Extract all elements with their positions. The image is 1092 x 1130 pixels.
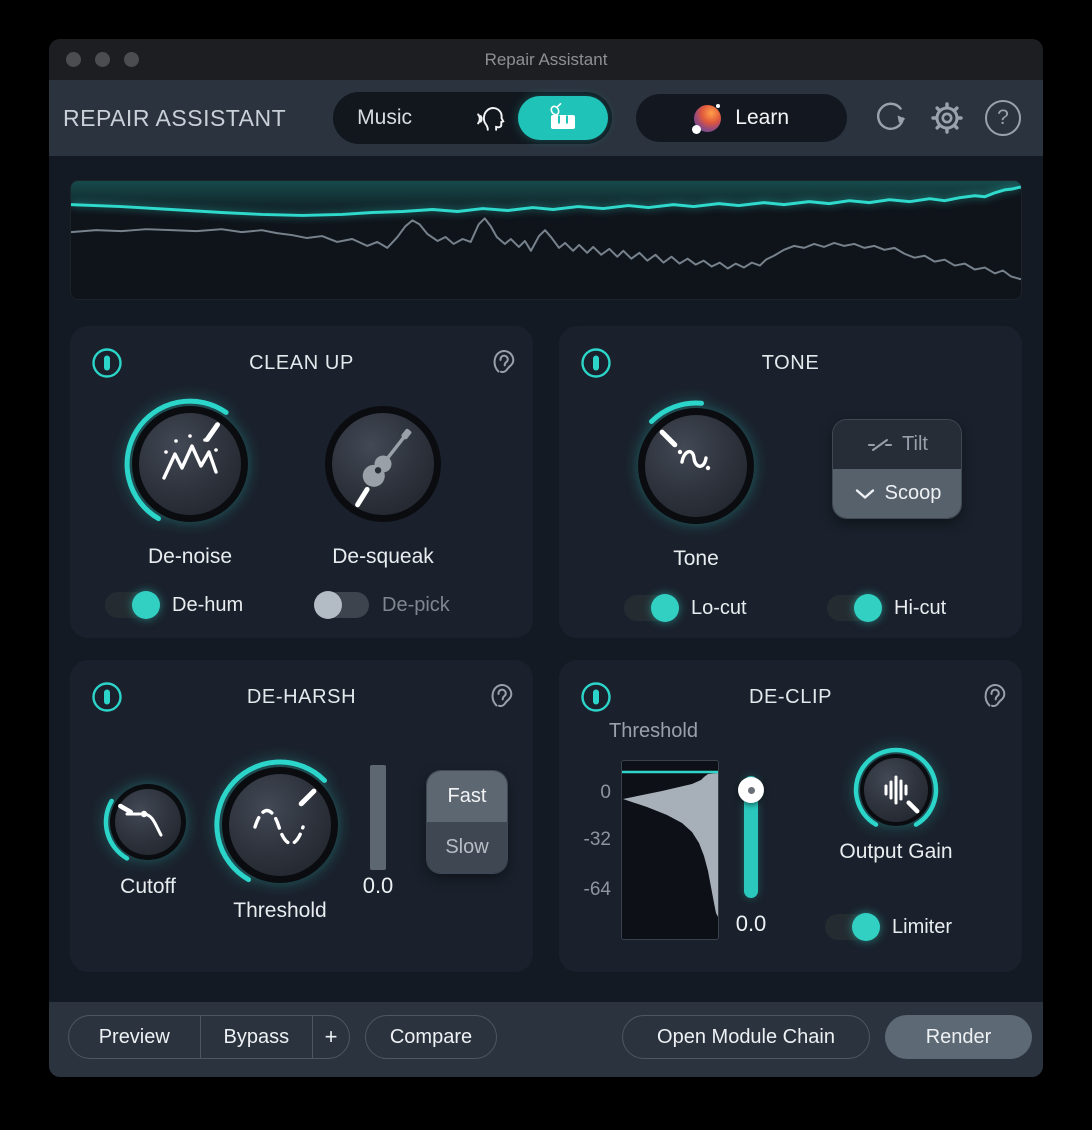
panel-title: DE-HARSH bbox=[70, 686, 533, 709]
fast-option-selected[interactable]: Fast bbox=[427, 771, 507, 822]
knob-label: Cutoff bbox=[88, 875, 208, 899]
hi-cut-toggle[interactable] bbox=[827, 595, 881, 621]
knob-label: Threshold bbox=[200, 899, 360, 923]
knob-label: De-squeak bbox=[303, 545, 463, 569]
app-title: REPAIR ASSISTANT bbox=[63, 105, 286, 132]
ear-solo-icon[interactable] bbox=[491, 347, 517, 377]
histogram-shape bbox=[623, 773, 718, 917]
fast-slow-selector: Fast Slow bbox=[426, 770, 508, 874]
title-bar: Repair Assistant bbox=[49, 39, 1043, 80]
tilt-scoop-selector: Tilt Scoop bbox=[832, 419, 962, 519]
knob-label: De-noise bbox=[110, 545, 270, 569]
ear-solo-icon[interactable] bbox=[982, 681, 1008, 711]
tilt-icon bbox=[866, 435, 894, 455]
learn-button[interactable]: Learn bbox=[636, 94, 847, 142]
mode-selector[interactable]: Music bbox=[333, 92, 612, 144]
panel-de-harsh: DE-HARSH bbox=[70, 660, 533, 972]
open-module-chain-button[interactable]: Open Module Chain bbox=[622, 1015, 870, 1059]
add-button[interactable]: + bbox=[312, 1016, 349, 1058]
mode-label: Music bbox=[357, 106, 412, 130]
scale-label: -64 bbox=[565, 879, 611, 901]
slider-value: 0.0 bbox=[721, 911, 781, 937]
tone-knob[interactable] bbox=[626, 396, 766, 541]
threshold-label: Threshold bbox=[609, 720, 698, 743]
instrument-icon bbox=[547, 103, 579, 133]
bypass-button[interactable]: Bypass bbox=[200, 1016, 313, 1058]
instrument-mode-pill[interactable] bbox=[518, 96, 608, 140]
cutoff-knob[interactable] bbox=[100, 774, 196, 875]
panel-title: TONE bbox=[559, 352, 1022, 375]
clip-histogram bbox=[621, 760, 719, 940]
help-icon[interactable]: ? bbox=[985, 100, 1021, 136]
ear-solo-icon[interactable] bbox=[489, 681, 515, 711]
zoom-button[interactable] bbox=[124, 52, 139, 67]
tilt-option[interactable]: Tilt bbox=[833, 420, 961, 469]
minimize-button[interactable] bbox=[95, 52, 110, 67]
slow-option[interactable]: Slow bbox=[427, 822, 507, 873]
plugin-window: Repair Assistant REPAIR ASSISTANT Music bbox=[49, 39, 1043, 1077]
toggle-label: Limiter bbox=[892, 916, 952, 939]
panel-de-clip: DE-CLIP Threshold 0 -32 -64 bbox=[559, 660, 1022, 972]
preview-button[interactable]: Preview bbox=[69, 1016, 200, 1058]
de-pick-toggle[interactable] bbox=[315, 592, 369, 618]
panel-tone: TONE Tone bbox=[559, 326, 1022, 638]
toggle-label: De-pick bbox=[382, 594, 450, 617]
de-harsh-gain-meter bbox=[370, 765, 386, 870]
panel-title: DE-CLIP bbox=[559, 686, 1022, 709]
preview-bypass-group: Preview Bypass + bbox=[68, 1015, 350, 1059]
de-hum-toggle[interactable] bbox=[105, 592, 159, 618]
limiter-toggle[interactable] bbox=[825, 914, 879, 940]
threshold-slider-handle[interactable] bbox=[738, 777, 764, 803]
knob-label: Tone bbox=[616, 547, 776, 571]
meter-value: 0.0 bbox=[348, 873, 408, 899]
scoop-icon bbox=[853, 486, 877, 502]
history-icon[interactable] bbox=[871, 99, 909, 137]
main-area: CLEAN UP bbox=[49, 156, 1043, 1002]
toggle-label: Lo-cut bbox=[691, 597, 747, 620]
render-button[interactable]: Render bbox=[885, 1015, 1032, 1059]
voice-icon[interactable] bbox=[476, 103, 506, 133]
learn-sphere-icon bbox=[694, 105, 721, 132]
header: REPAIR ASSISTANT Music bbox=[49, 80, 1043, 156]
spectrum-noise-profile-line bbox=[71, 218, 1021, 279]
knob-label: Output Gain bbox=[812, 840, 980, 864]
window-title: Repair Assistant bbox=[485, 50, 608, 70]
spectrum-display bbox=[70, 180, 1022, 300]
de-noise-knob[interactable] bbox=[120, 394, 260, 539]
compare-button[interactable]: Compare bbox=[365, 1015, 497, 1059]
traffic-lights bbox=[66, 39, 139, 80]
de-squeak-knob[interactable] bbox=[313, 394, 453, 539]
panel-title: CLEAN UP bbox=[70, 352, 533, 375]
scale-label: 0 bbox=[565, 782, 611, 804]
close-button[interactable] bbox=[66, 52, 81, 67]
footer-bar: Preview Bypass + Compare Open Module Cha… bbox=[49, 1002, 1043, 1077]
lo-cut-toggle[interactable] bbox=[624, 595, 678, 621]
toggle-label: De-hum bbox=[172, 594, 243, 617]
help-glyph: ? bbox=[997, 106, 1009, 130]
output-gain-knob[interactable] bbox=[850, 744, 942, 841]
learn-label: Learn bbox=[735, 106, 789, 130]
scoop-option-selected[interactable]: Scoop bbox=[833, 469, 961, 518]
de-harsh-threshold-knob[interactable] bbox=[210, 755, 350, 900]
panel-clean-up: CLEAN UP bbox=[70, 326, 533, 638]
toggle-label: Hi-cut bbox=[894, 597, 946, 620]
scale-label: -32 bbox=[565, 829, 611, 851]
gear-icon[interactable] bbox=[928, 99, 966, 137]
